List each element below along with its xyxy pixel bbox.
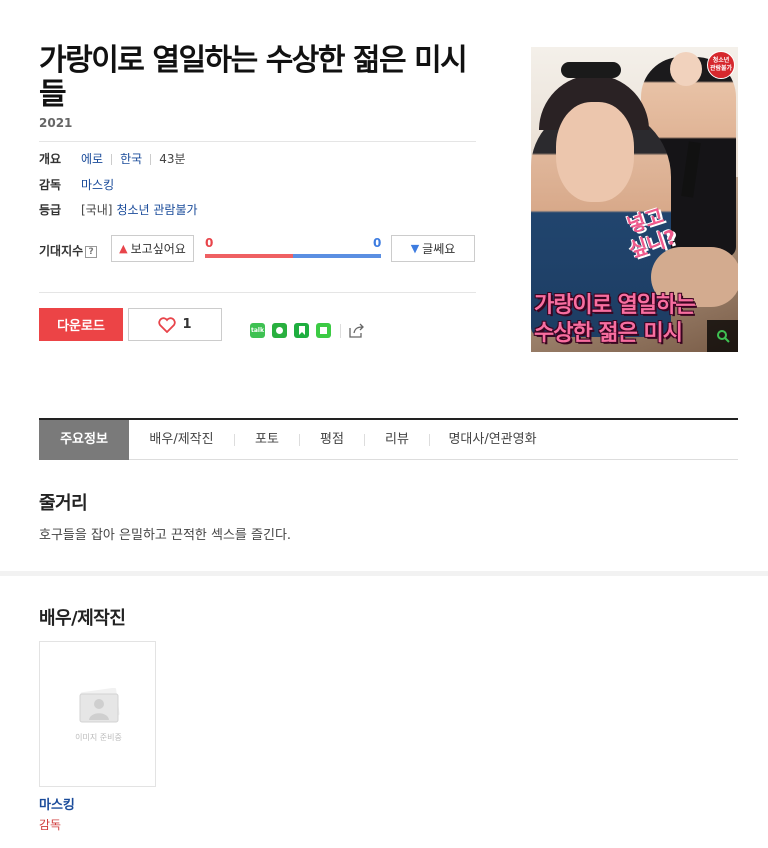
- overview-label: 개요: [39, 152, 62, 166]
- heart-icon: [158, 316, 177, 333]
- movie-year: 2021: [39, 116, 73, 130]
- thumbs-up-icon: ▲: [119, 242, 128, 255]
- share-icon[interactable]: [349, 323, 365, 338]
- separator: [340, 323, 341, 338]
- rating-prefix: [국내]: [81, 203, 113, 217]
- memo-icon[interactable]: [316, 323, 331, 338]
- detail-tabs: 주요정보 배우/제작진 포토 평점 리뷰 명대사/연관영화: [39, 418, 738, 460]
- want-count: 0: [205, 236, 214, 250]
- magnifier-icon: [716, 330, 730, 343]
- movie-title: 가랑이로 열일하는 수상한 젊은 미시들: [39, 43, 468, 112]
- separator: [111, 153, 113, 165]
- tab-quotes-related[interactable]: 명대사/연관영화: [430, 420, 555, 460]
- want-to-see-button[interactable]: ▲ 보고싶어요: [111, 235, 194, 262]
- want-to-see-label: 보고싶어요: [130, 242, 186, 256]
- rating-row: 등급 [국내] 청소년 관람불가: [39, 202, 198, 218]
- runtime: 43분: [159, 152, 186, 166]
- country-link[interactable]: 한국: [120, 151, 142, 167]
- cast-title: 배우/제작진: [39, 608, 126, 629]
- band-icon[interactable]: [272, 323, 287, 338]
- nope-bar: [293, 254, 381, 258]
- section-divider: [0, 571, 768, 576]
- cast-photo-placeholder[interactable]: 이미지 준비중: [39, 641, 156, 787]
- director-label: 감독: [39, 178, 62, 192]
- placeholder-text: 이미지 준비중: [75, 733, 122, 742]
- divider: [39, 141, 476, 142]
- zoom-button[interactable]: [707, 320, 738, 352]
- director-link[interactable]: 마스킹: [81, 177, 114, 193]
- person-placeholder-icon: [79, 688, 120, 723]
- expectation-label-text: 기대지수: [39, 244, 84, 258]
- synopsis-text: 호구들을 잡아 은밀하고 끈적한 섹스를 즐긴다.: [39, 528, 292, 543]
- bookmark-icon[interactable]: [294, 323, 309, 338]
- poster-caption-line: 가랑이로 열일하는: [534, 293, 696, 318]
- share-bar: talk: [250, 323, 365, 338]
- genre-link[interactable]: 에로: [81, 151, 103, 167]
- director-row: 감독 마스킹: [39, 177, 114, 193]
- tab-photo[interactable]: 포토: [235, 420, 299, 460]
- separator: [150, 153, 152, 165]
- want-bar: [205, 254, 293, 258]
- rating-link[interactable]: 청소년 관람불가: [116, 202, 197, 218]
- kakaotalk-icon[interactable]: talk: [250, 323, 265, 338]
- poster-figure: [561, 62, 621, 78]
- tab-review[interactable]: 리뷰: [365, 420, 429, 460]
- cast-role: 감독: [39, 818, 62, 832]
- tab-cast[interactable]: 배우/제작진: [129, 420, 234, 460]
- synopsis-title: 줄거리: [39, 493, 88, 514]
- not-sure-button[interactable]: ▼ 글쎄요: [391, 235, 475, 262]
- nope-count: 0: [373, 236, 382, 250]
- download-button[interactable]: 다운로드: [39, 308, 123, 341]
- expectation-label: 기대지수?: [39, 242, 98, 259]
- tab-main-info[interactable]: 주요정보: [39, 419, 129, 460]
- cast-name[interactable]: 마스킹: [39, 794, 75, 813]
- poster-figure: [670, 52, 702, 86]
- like-count: 1: [182, 317, 192, 332]
- not-sure-label: 글쎄요: [422, 242, 456, 256]
- like-button[interactable]: 1: [128, 308, 222, 341]
- age-rating-badge: 청소년 관람불가: [707, 51, 735, 79]
- movie-poster[interactable]: 넣고 싶니? 가랑이로 열일하는 수상한 젊은 미시 청소년 관람불가: [531, 47, 738, 352]
- tab-rating[interactable]: 평점: [300, 420, 364, 460]
- thumbs-down-icon: ▼: [410, 242, 420, 255]
- overview-row: 개요 에로 한국 43분: [39, 151, 186, 167]
- divider: [39, 292, 476, 293]
- kakaotalk-text: talk: [251, 327, 264, 334]
- help-icon[interactable]: ?: [85, 245, 98, 258]
- rating-label: 등급: [39, 203, 62, 217]
